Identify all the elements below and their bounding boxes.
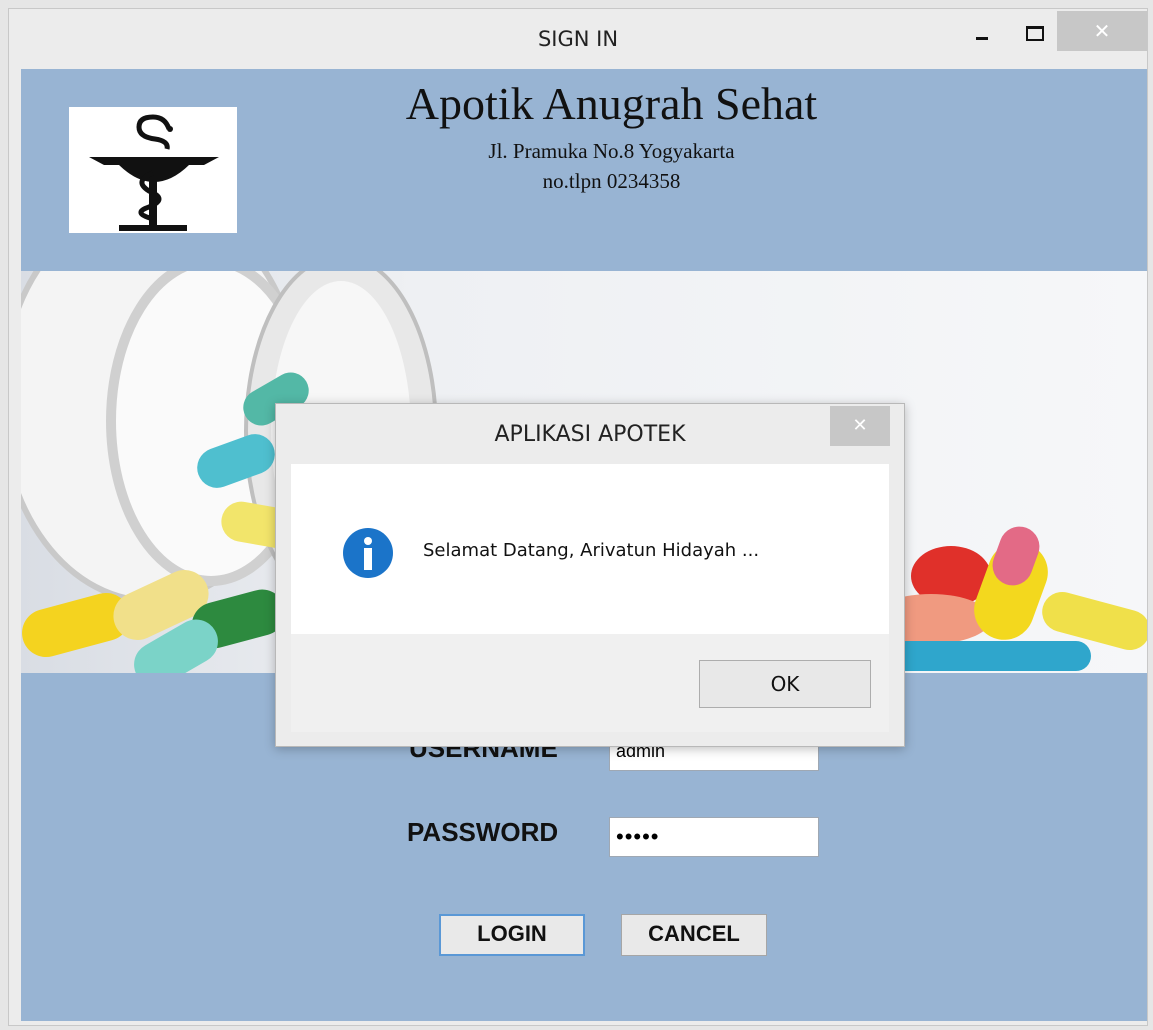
dialog-body: Selamat Datang, Arivatun Hidayah ... xyxy=(291,464,889,634)
title-bar[interactable]: SIGN IN ✕ xyxy=(9,9,1147,69)
minimize-icon[interactable] xyxy=(959,11,1005,51)
maximize-icon[interactable] xyxy=(1012,11,1058,51)
password-label: PASSWORD xyxy=(407,817,559,847)
store-address: Jl. Pramuka No.8 Yogyakarta xyxy=(488,139,735,163)
dialog-close-icon[interactable]: ✕ xyxy=(830,406,890,446)
dialog-message: Selamat Datang, Arivatun Hidayah ... xyxy=(423,540,760,561)
close-icon[interactable]: ✕ xyxy=(1057,11,1147,51)
password-input[interactable]: ••••• xyxy=(609,817,819,857)
cancel-button[interactable]: CANCEL xyxy=(621,914,767,956)
message-dialog: APLIKASI APOTEK ✕ Selamat Datang, Arivat… xyxy=(275,403,905,747)
store-phone: no.tlpn 0234358 xyxy=(542,169,681,193)
dialog-title: APLIKASI APOTEK xyxy=(494,422,686,447)
login-button[interactable]: LOGIN xyxy=(439,914,585,956)
dialog-footer: OK xyxy=(291,634,889,732)
store-name: Apotik Anugrah Sehat xyxy=(405,78,818,129)
info-icon xyxy=(343,528,393,578)
ok-button[interactable]: OK xyxy=(699,660,871,708)
